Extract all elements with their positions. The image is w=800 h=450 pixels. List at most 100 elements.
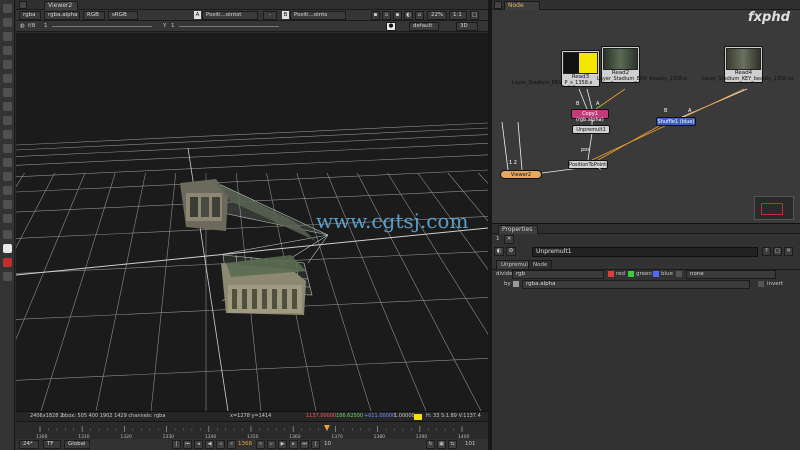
image-icon[interactable] [3, 4, 12, 13]
channels-select[interactable]: rgba [19, 11, 41, 20]
shuffle1-node[interactable]: Shuffle1 (blue) [656, 117, 696, 126]
timeline-ruler[interactable]: 1300 1310 1320 1330 1340 1350 1360 1370 1380 1390… [16, 422, 488, 440]
invert-checkbox[interactable] [758, 281, 764, 287]
proxy-select[interactable]: 1:1 [449, 11, 467, 20]
views-icon[interactable] [3, 144, 12, 153]
in-point-icon[interactable]: | [172, 440, 181, 449]
prev-frame-icon[interactable]: ◃ [216, 440, 225, 449]
red-checkbox[interactable] [608, 271, 614, 277]
play-forward-icon[interactable]: ▶ [278, 440, 287, 449]
node-settings-icon[interactable]: ⚙ [506, 247, 516, 256]
zoom-select[interactable]: 22% [427, 11, 447, 20]
current-frame-field[interactable]: 1368 [238, 440, 252, 448]
skip-back-icon[interactable]: « [227, 440, 236, 449]
pane-menu-icon[interactable] [494, 1, 502, 9]
transform-icon[interactable] [3, 116, 12, 125]
zebra-icon[interactable]: ▪ [393, 11, 402, 20]
last-frame-icon[interactable]: ⏭ [300, 440, 309, 449]
roi-icon[interactable]: ▫ [382, 11, 391, 20]
node-graph[interactable]: fxphd Read3 Layer_Stadium_ENV_P_s_1358.e… [492, 10, 800, 223]
more-icon[interactable] [3, 272, 12, 281]
loop-icon[interactable]: ↻ [426, 440, 435, 449]
unpremult1-node[interactable]: Unpremult1 [572, 125, 610, 134]
input-a-select[interactable]: Positi...ointst [202, 11, 258, 20]
close-all-icon[interactable]: ✕ [504, 235, 514, 244]
read3-thumbnail [563, 52, 598, 74]
time-icon[interactable] [3, 32, 12, 41]
next-frame-icon[interactable]: ▹ [267, 440, 276, 449]
other-icon[interactable] [3, 214, 12, 223]
help-icon[interactable]: ? [762, 247, 771, 256]
viewer-tab-bar: Viewer2 [16, 0, 488, 10]
merge-icon[interactable] [3, 102, 12, 111]
fourth-channel-select[interactable]: none [686, 270, 776, 279]
viewer-viewport[interactable]: www.cgtsj.com [16, 33, 488, 411]
minimap-viewport[interactable] [761, 203, 783, 215]
alpha-channel-select[interactable]: rgba.alpha [44, 11, 80, 20]
skip-value-field[interactable]: 10 [324, 440, 331, 448]
blue-checkbox[interactable] [653, 271, 659, 277]
float-panel-icon[interactable]: ▢ [773, 247, 782, 256]
overlay-icon[interactable]: ◐ [404, 11, 413, 20]
time-format-select[interactable]: TF [43, 440, 61, 449]
range-mode-select[interactable]: Global [64, 440, 90, 449]
end-frame-field[interactable]: 101 [465, 440, 476, 448]
flipbook-icon[interactable]: ▣ [437, 440, 446, 449]
3d-mode-select[interactable]: 3D [456, 22, 478, 31]
close-panel-icon[interactable]: ✕ [784, 247, 793, 256]
current-frame-marker[interactable] [323, 425, 330, 431]
out-point-icon[interactable]: | [311, 440, 320, 449]
shuffle1-input-b: B [664, 108, 668, 114]
view-select[interactable]: default [409, 22, 439, 31]
input-b-select[interactable]: Positi...oints [290, 11, 346, 20]
deep-icon[interactable] [3, 186, 12, 195]
particles-icon[interactable] [3, 172, 12, 181]
filter-icon[interactable] [3, 74, 12, 83]
colorspace-select[interactable]: RGB [83, 11, 105, 20]
camera-icon[interactable]: ● [386, 22, 396, 31]
tab-properties[interactable]: Properties [498, 225, 538, 234]
node-color-icon[interactable]: ◐ [494, 247, 504, 256]
gain-value[interactable]: 1 [44, 22, 48, 30]
by-select[interactable]: rgba.alpha [522, 280, 750, 289]
ocula-icon[interactable] [3, 258, 12, 267]
point-cloud-lower[interactable] [221, 255, 306, 315]
keyer-icon[interactable] [3, 88, 12, 97]
toolsets-icon[interactable] [3, 200, 12, 209]
divide-select[interactable]: rgb [512, 270, 604, 279]
color-icon[interactable] [3, 60, 12, 69]
prev-keyframe-icon[interactable]: ◂ [194, 440, 203, 449]
play-backward-icon[interactable]: ◀ [205, 440, 214, 449]
plugin-icon[interactable] [3, 244, 12, 253]
timeline[interactable]: 1300 1310 1320 1330 1340 1350 1360 1370 1380 1390… [16, 421, 488, 440]
gamma-slider[interactable] [179, 26, 279, 27]
gain-slider[interactable] [52, 26, 152, 27]
3d-icon[interactable] [3, 130, 12, 139]
gamma-value[interactable]: 1 [171, 22, 175, 30]
fps-select[interactable]: 24* [19, 440, 39, 449]
by-channel-checkbox[interactable] [513, 281, 519, 287]
lock-icon[interactable]: ▪ [371, 11, 380, 20]
first-frame-icon[interactable]: ⏮ [183, 440, 192, 449]
node-name-field[interactable]: Unpremult1 [532, 247, 758, 257]
pane-menu-icon[interactable] [19, 1, 27, 9]
metadata-icon[interactable] [3, 158, 12, 167]
viewer-info-bar: 2406x1828 2 bbox: 505 400 1902 1429 chan… [16, 411, 488, 421]
lut-select[interactable]: sRGB [108, 11, 138, 20]
position-to-points-node[interactable]: PositionToPoints [568, 160, 608, 169]
draw-icon[interactable] [3, 18, 12, 27]
tab-viewer2[interactable]: Viewer2 [44, 1, 78, 10]
viewer2-node[interactable]: Viewer2 [500, 170, 542, 179]
green-checkbox[interactable] [628, 271, 634, 277]
tab-node-graph[interactable]: Node Graph [504, 1, 540, 17]
wipe-mode-button[interactable]: - [263, 11, 277, 20]
channel-icon[interactable] [3, 46, 12, 55]
skip-forward-icon[interactable]: » [256, 440, 265, 449]
furnace-icon[interactable] [3, 230, 12, 239]
bounce-icon[interactable]: ⇆ [448, 440, 457, 449]
next-keyframe-icon[interactable]: ▸ [289, 440, 298, 449]
clip-warning-icon[interactable]: ▫ [415, 11, 424, 20]
minimap[interactable] [754, 196, 794, 220]
extra-channel-checkbox[interactable] [676, 271, 682, 277]
fullscreen-icon[interactable]: □ [470, 11, 479, 20]
